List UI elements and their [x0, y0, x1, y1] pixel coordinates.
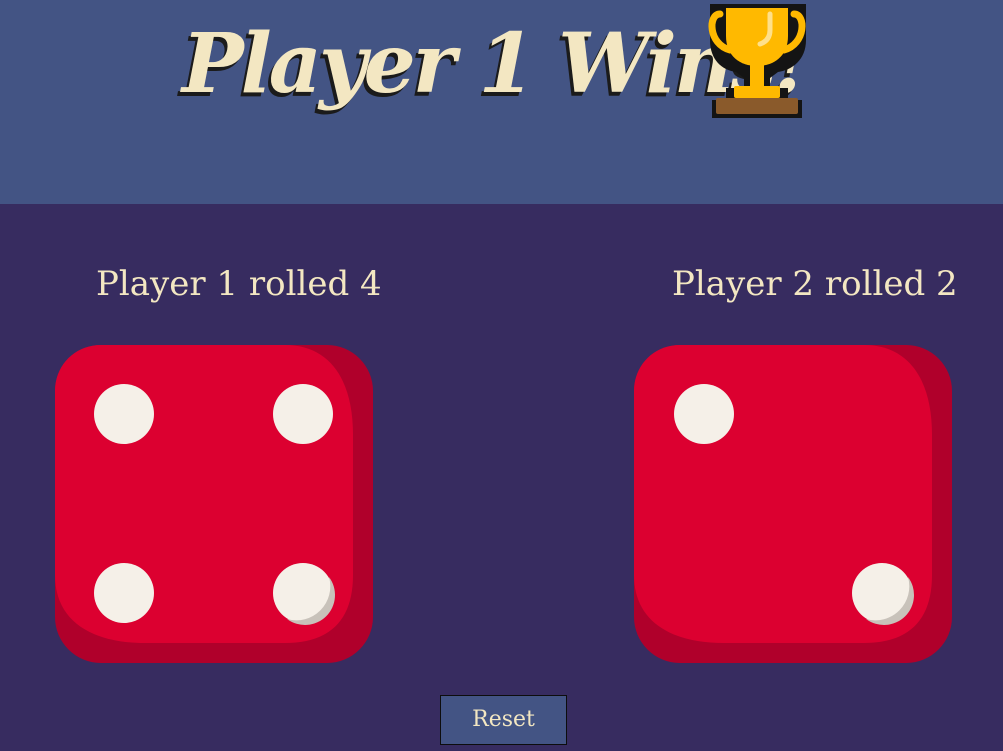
die-pip	[94, 563, 154, 623]
die-pip	[674, 384, 734, 444]
reset-button[interactable]: Reset	[440, 695, 567, 745]
die-pip	[94, 384, 154, 444]
player-1-roll-label: Player 1 rolled 4	[96, 264, 382, 304]
header-banner: Player 1 Wins!	[0, 0, 1003, 204]
trophy-icon	[708, 4, 806, 118]
player-2-roll-label: Player 2 rolled 2	[672, 264, 958, 304]
player-1-die	[55, 345, 373, 663]
die-pip	[273, 384, 333, 444]
player-2-die	[634, 345, 952, 663]
